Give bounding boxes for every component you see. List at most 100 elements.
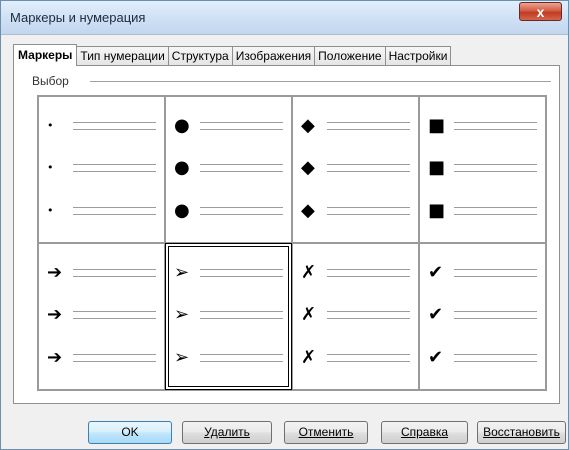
- preview-lines: [200, 201, 283, 221]
- preview-line: [454, 164, 537, 166]
- triangle-arrow-bullet-icon: ➢: [174, 304, 190, 326]
- dot-bullet-icon: •: [47, 161, 54, 175]
- selection-group-label: Выбор: [32, 74, 75, 88]
- dot-bullet-icon: •: [47, 119, 54, 133]
- preview-line: [327, 122, 410, 124]
- preview-line: [454, 353, 537, 355]
- bullet-preview-row: ■: [428, 111, 537, 141]
- preview-line: [73, 360, 156, 362]
- bullet-style-cross-bullet[interactable]: ✗ ✗ ✗: [292, 243, 419, 390]
- bullet-style-checkmark-bullet[interactable]: ✔ ✔ ✔: [419, 243, 546, 390]
- bullet-preview-row: ➔: [47, 258, 156, 288]
- checkmark-bullet-icon: ✔: [428, 346, 444, 368]
- preview-lines: [200, 158, 283, 178]
- preview-lines: [454, 348, 537, 368]
- circle-bullet-icon: ●: [174, 199, 190, 221]
- tab-bullets[interactable]: Маркеры: [13, 44, 78, 66]
- preview-line: [73, 318, 156, 320]
- bullet-preview-row: ●: [174, 111, 283, 141]
- delete-button[interactable]: Удалить: [182, 421, 272, 444]
- group-divider: [90, 81, 551, 82]
- preview-line: [73, 213, 156, 215]
- bullet-style-circle-bullet[interactable]: ● ● ●: [165, 96, 292, 243]
- tab-numbering-type[interactable]: Тип нумерации: [76, 46, 169, 66]
- ok-button[interactable]: OK: [88, 421, 172, 444]
- delete-button-label: Удалить: [204, 425, 250, 439]
- preview-line: [327, 269, 410, 271]
- circle-bullet-icon: ●: [174, 157, 190, 179]
- bullet-style-square-bullet[interactable]: ■ ■ ■: [419, 96, 546, 243]
- preview-lines: [454, 158, 537, 178]
- diamond-bullet-icon: ◆: [301, 199, 315, 221]
- preview-lines: [454, 201, 537, 221]
- close-button[interactable]: x: [519, 2, 562, 21]
- preview-line: [200, 353, 283, 355]
- bullet-preview-row: ➢: [174, 300, 283, 330]
- cancel-button-label: Отменить: [298, 425, 354, 439]
- bullet-preview-row: ◆: [301, 111, 410, 141]
- preview-lines: [73, 305, 156, 325]
- tab-position[interactable]: Положение: [314, 46, 386, 66]
- preview-line: [327, 206, 410, 208]
- bullet-preview-row: ✔: [428, 300, 537, 330]
- bullet-style-arrow-bullet[interactable]: ➔ ➔ ➔: [38, 243, 165, 390]
- bullet-preview-row: ➢: [174, 343, 283, 373]
- preview-line: [200, 318, 283, 320]
- preview-line: [454, 171, 537, 173]
- bullet-preview-row: ✔: [428, 343, 537, 373]
- preview-lines: [200, 263, 283, 283]
- tab-settings[interactable]: Настройки: [384, 46, 452, 66]
- cross-bullet-icon: ✗: [301, 346, 317, 368]
- tab-outline[interactable]: Структура: [167, 46, 233, 66]
- preview-lines: [327, 116, 410, 136]
- preview-line: [327, 353, 410, 355]
- tab-bar: Маркеры Тип нумерации Структура Изображе…: [13, 44, 452, 66]
- preview-line: [200, 164, 283, 166]
- help-button[interactable]: Справка: [381, 421, 468, 444]
- bullet-preview-row: ◆: [301, 153, 410, 183]
- bullet-preview-row: ◆: [301, 196, 410, 226]
- preview-line: [200, 129, 283, 131]
- diamond-bullet-icon: ◆: [301, 115, 315, 137]
- bullet-style-dot-bullet[interactable]: • • •: [38, 96, 165, 243]
- restore-button-label: Восстановить: [483, 425, 560, 439]
- preview-lines: [73, 201, 156, 221]
- preview-line: [327, 171, 410, 173]
- preview-line: [200, 213, 283, 215]
- bullet-preview-row: ✗: [301, 300, 410, 330]
- bullet-preview-row: •: [47, 153, 156, 183]
- button-bar: OK Удалить Отменить Справка Восстановить: [1, 411, 568, 449]
- preview-line: [73, 129, 156, 131]
- preview-line: [73, 171, 156, 173]
- bullet-preview-row: ✔: [428, 258, 537, 288]
- diamond-bullet-icon: ◆: [301, 157, 315, 179]
- help-button-label: Справка: [400, 425, 449, 439]
- preview-line: [454, 122, 537, 124]
- preview-lines: [73, 116, 156, 136]
- preview-line: [454, 360, 537, 362]
- arrow-bullet-icon: ➔: [47, 304, 63, 326]
- bullet-preview-row: ■: [428, 196, 537, 226]
- circle-bullet-icon: ●: [174, 115, 190, 137]
- preview-line: [454, 276, 537, 278]
- preview-line: [454, 206, 537, 208]
- preview-line: [327, 276, 410, 278]
- preview-line: [73, 122, 156, 124]
- preview-line: [327, 360, 410, 362]
- preview-line: [200, 311, 283, 313]
- bullet-style-grid: • • • ● ● ● ◆ ◆ ◆ ■ ■ ■ ➔ ➔ ➔ ➢ ➢ ➢ ✗ ✗ ✗ ✔ ✔ ✔: [37, 95, 547, 391]
- square-bullet-icon: ■: [428, 199, 446, 221]
- preview-lines: [454, 116, 537, 136]
- dialog-title: Маркеры и нумерация: [10, 10, 146, 25]
- bullet-style-diamond-bullet[interactable]: ◆ ◆ ◆: [292, 96, 419, 243]
- bullet-preview-row: •: [47, 196, 156, 226]
- checkmark-bullet-icon: ✔: [428, 304, 444, 326]
- preview-line: [454, 213, 537, 215]
- restore-button[interactable]: Восстановить: [477, 421, 566, 444]
- tab-images[interactable]: Изображения: [231, 46, 316, 66]
- bullet-style-triangle-arrow-bullet[interactable]: ➢ ➢ ➢: [165, 243, 292, 390]
- preview-line: [327, 129, 410, 131]
- preview-line: [327, 213, 410, 215]
- cancel-button[interactable]: Отменить: [284, 421, 368, 444]
- preview-line: [73, 353, 156, 355]
